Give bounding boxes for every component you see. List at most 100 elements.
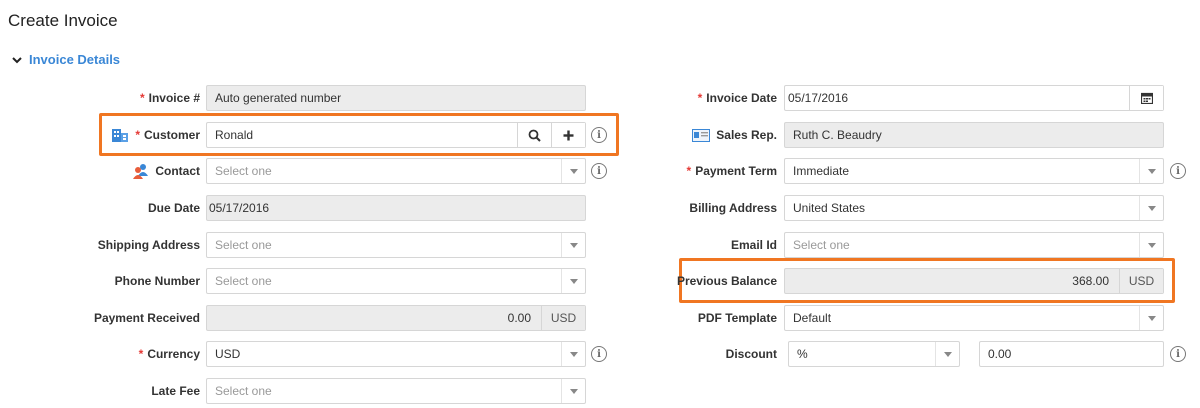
sales-rep-label: Sales Rep. [600,122,777,148]
payment-received-label-text: Payment Received [93,311,200,325]
required-marker: * [139,91,145,105]
invoice-number-label: * Invoice # [140,85,200,111]
payment-term-select[interactable]: Immediate [784,158,1164,184]
previous-balance-currency: USD [1119,269,1163,293]
contact-label: Contact [133,158,200,184]
payment-received-field: 0.00 USD [206,305,586,331]
billing-address-label-text: Billing Address [689,201,777,215]
section-header-invoice-details[interactable]: Invoice Details [12,52,120,67]
customer-label-text: Customer [143,128,200,142]
invoice-date-field[interactable]: 05/17/2016 [784,85,1164,111]
sales-rep-value: Ruth C. Beaudry [793,128,882,142]
dropdown-caret-icon[interactable] [561,269,585,293]
dropdown-caret-icon[interactable] [561,233,585,257]
late-fee-label: Late Fee [0,378,200,404]
due-date-label: Due Date [0,195,200,221]
contact-select[interactable]: Select one [206,158,586,184]
customer-value[interactable]: Ronald [207,128,517,142]
billing-address-label: Billing Address [600,195,777,221]
invoice-date-value[interactable]: 05/17/2016 [785,91,1129,105]
payment-received-label: Payment Received [0,305,200,331]
currency-label-text: Currency [147,347,200,361]
billing-address-row: Billing Address United States [600,195,1200,221]
invoice-date-row: * Invoice Date 05/17/2016 [600,85,1200,111]
sales-rep-row: Sales Rep. Ruth C. Beaudry [600,122,1200,148]
payment-term-label: * Payment Term [600,158,777,184]
dropdown-caret-icon[interactable] [1139,159,1163,183]
sales-rep-field: Ruth C. Beaudry [784,122,1164,148]
billing-address-select[interactable]: United States [784,195,1164,221]
shipping-address-placeholder: Select one [215,238,272,252]
email-id-placeholder: Select one [793,238,850,252]
dropdown-caret-icon[interactable] [561,379,585,403]
discount-value-input[interactable]: 0.00 [979,341,1164,367]
late-fee-select[interactable]: Select one [206,378,586,404]
calendar-button[interactable] [1129,86,1163,110]
section-title: Invoice Details [29,52,121,67]
dropdown-caret-icon[interactable] [1139,306,1163,330]
contacts-icon [133,163,149,179]
sales-rep-label-text: Sales Rep. [716,128,777,142]
payment-received-value: 0.00 [507,311,531,325]
discount-info-icon[interactable]: i [1170,346,1186,362]
payment-received-currency: USD [541,306,585,330]
email-id-select[interactable]: Select one [784,232,1164,258]
page-title: Create Invoice [8,11,118,30]
invoice-date-label-text: Invoice Date [706,91,777,105]
discount-type-select[interactable]: % [788,341,960,367]
customer-search-button[interactable] [517,123,551,147]
payment-received-row: Payment Received 0.00 USD [0,305,620,331]
late-fee-row: Late Fee Select one [0,378,620,404]
discount-row: Discount % 0.00 i [600,341,1200,367]
contact-label-text: Contact [155,164,200,178]
previous-balance-field: 368.00 USD [784,268,1164,294]
due-date-field: 05/17/2016 [206,195,586,221]
customer-add-button[interactable] [551,123,585,147]
late-fee-label-text: Late Fee [151,384,200,398]
discount-value[interactable]: 0.00 [980,347,1163,361]
invoice-date-label: * Invoice Date [600,85,777,111]
search-icon [528,129,541,142]
previous-balance-label-text: Previous Balance [676,274,777,288]
shipping-address-row: Shipping Address Select one [0,232,620,258]
contact-placeholder: Select one [215,164,272,178]
email-id-label: Email Id [600,232,777,258]
required-marker: * [138,347,144,361]
pdf-template-label: PDF Template [600,305,777,331]
building-icon [111,127,129,143]
required-marker: * [135,128,140,142]
required-marker: * [686,164,692,178]
due-date-label-text: Due Date [147,201,200,215]
pdf-template-row: PDF Template Default [600,305,1200,331]
dropdown-caret-icon[interactable] [1139,233,1163,257]
payment-term-label-text: Payment Term [695,164,777,178]
phone-number-label-text: Phone Number [114,274,200,288]
payment-term-row: * Payment Term Immediate i [600,158,1200,184]
previous-balance-row: Previous Balance 368.00 USD [600,268,1200,294]
customer-field[interactable]: Ronald [206,122,586,148]
phone-number-select[interactable]: Select one [206,268,586,294]
previous-balance-value: 368.00 [1072,274,1109,288]
previous-balance-label: Previous Balance [600,268,777,294]
payment-term-value: Immediate [793,164,850,178]
billing-address-value: United States [793,201,866,215]
customer-row: * Customer Ronald i [0,122,620,148]
shipping-address-select[interactable]: Select one [206,232,586,258]
currency-select[interactable]: USD [206,341,586,367]
calendar-icon [1140,92,1153,104]
dropdown-caret-icon[interactable] [935,342,959,366]
dropdown-caret-icon[interactable] [1139,196,1163,220]
discount-type-value: % [797,347,808,361]
payment-term-info-icon[interactable]: i [1170,163,1186,179]
phone-number-placeholder: Select one [215,274,272,288]
phone-number-row: Phone Number Select one [0,268,620,294]
invoice-number-value: Auto generated number [215,91,342,105]
email-id-label-text: Email Id [730,238,777,252]
email-id-row: Email Id Select one [600,232,1200,258]
pdf-template-select[interactable]: Default [784,305,1164,331]
invoice-number-field: Auto generated number [206,85,586,111]
dropdown-caret-icon[interactable] [561,159,585,183]
shipping-address-label-text: Shipping Address [97,238,200,252]
dropdown-caret-icon[interactable] [561,342,585,366]
invoice-number-row: * Invoice # Auto generated number [0,85,620,111]
